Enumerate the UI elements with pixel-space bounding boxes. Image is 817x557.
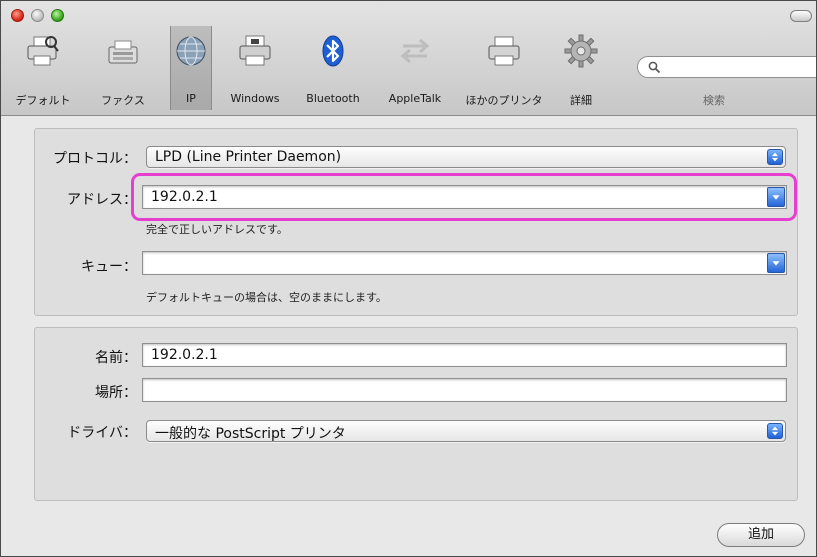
toolbar-item-appletalk[interactable]: AppleTalk [374, 26, 456, 110]
queue-label: キュー： [81, 259, 137, 275]
toolbar-item-fax[interactable]: ファクス [81, 26, 165, 110]
gear-icon [564, 34, 598, 68]
location-label: 場所： [95, 385, 137, 401]
search-icon [648, 61, 661, 74]
toolbar-item-bluetooth[interactable]: Bluetooth [293, 26, 373, 110]
other-printer-icon [488, 36, 520, 66]
toolbar-label: ほかのプリンタ [465, 94, 543, 107]
updown-arrows-icon [767, 423, 783, 439]
driver-label: ドライバ： [67, 425, 137, 441]
protocol-value: LPD (Line Printer Daemon) [155, 149, 342, 165]
fax-icon [108, 40, 138, 64]
toolbar-label: IP [186, 92, 196, 105]
queue-hint: デフォルトキューの場合は、空のままにします。 [146, 291, 387, 304]
name-value: 192.0.2.1 [151, 347, 218, 363]
toolbar-item-advanced[interactable]: 詳細 [553, 26, 609, 110]
toolbar-label: ファクス [101, 94, 145, 107]
toolbar-label: Bluetooth [306, 92, 360, 105]
driver-value: 一般的な PostScript プリンタ [155, 426, 346, 442]
location-field[interactable] [142, 378, 787, 402]
search-label: 検索 [703, 94, 725, 107]
chevron-down-icon[interactable] [767, 253, 785, 273]
name-field[interactable]: 192.0.2.1 [142, 343, 787, 367]
queue-field[interactable] [142, 251, 787, 275]
toolbar-item-ip[interactable]: IP [170, 26, 212, 110]
toolbar-label: 詳細 [570, 94, 592, 107]
address-hint: 完全で正しいアドレスです。 [146, 223, 288, 236]
search-input[interactable] [637, 56, 816, 78]
appletalk-icon [400, 38, 430, 64]
toolbar: デフォルト ファクス IP Windows Bluetooth AppleTal… [1, 1, 816, 116]
add-printer-window: デフォルト ファクス IP Windows Bluetooth AppleTal… [0, 0, 817, 557]
protocol-select[interactable]: LPD (Line Printer Daemon) [146, 146, 786, 168]
toolbar-label: Windows [230, 92, 280, 105]
toolbar-toggle-button[interactable] [790, 10, 812, 22]
toolbar-item-other-printer[interactable]: ほかのプリンタ [456, 26, 552, 110]
toolbar-label: デフォルト [15, 94, 71, 107]
name-label: 名前： [95, 350, 137, 366]
address-label: アドレス： [67, 192, 137, 208]
toolbar-item-default[interactable]: デフォルト [5, 26, 81, 110]
add-button[interactable]: 追加 [717, 523, 805, 547]
driver-select[interactable]: 一般的な PostScript プリンタ [146, 420, 786, 442]
zoom-button[interactable] [51, 9, 64, 22]
toolbar-label: AppleTalk [388, 92, 442, 105]
address-highlight [131, 173, 797, 221]
default-printer-icon [27, 36, 59, 66]
minimize-button[interactable] [31, 9, 44, 22]
globe-icon [176, 36, 206, 66]
protocol-label: プロトコル： [53, 151, 137, 167]
updown-arrows-icon [767, 149, 783, 165]
toolbar-item-windows[interactable]: Windows [219, 26, 291, 110]
close-button[interactable] [11, 9, 24, 22]
bluetooth-icon [322, 35, 344, 67]
windows-printer-icon [239, 35, 271, 66]
